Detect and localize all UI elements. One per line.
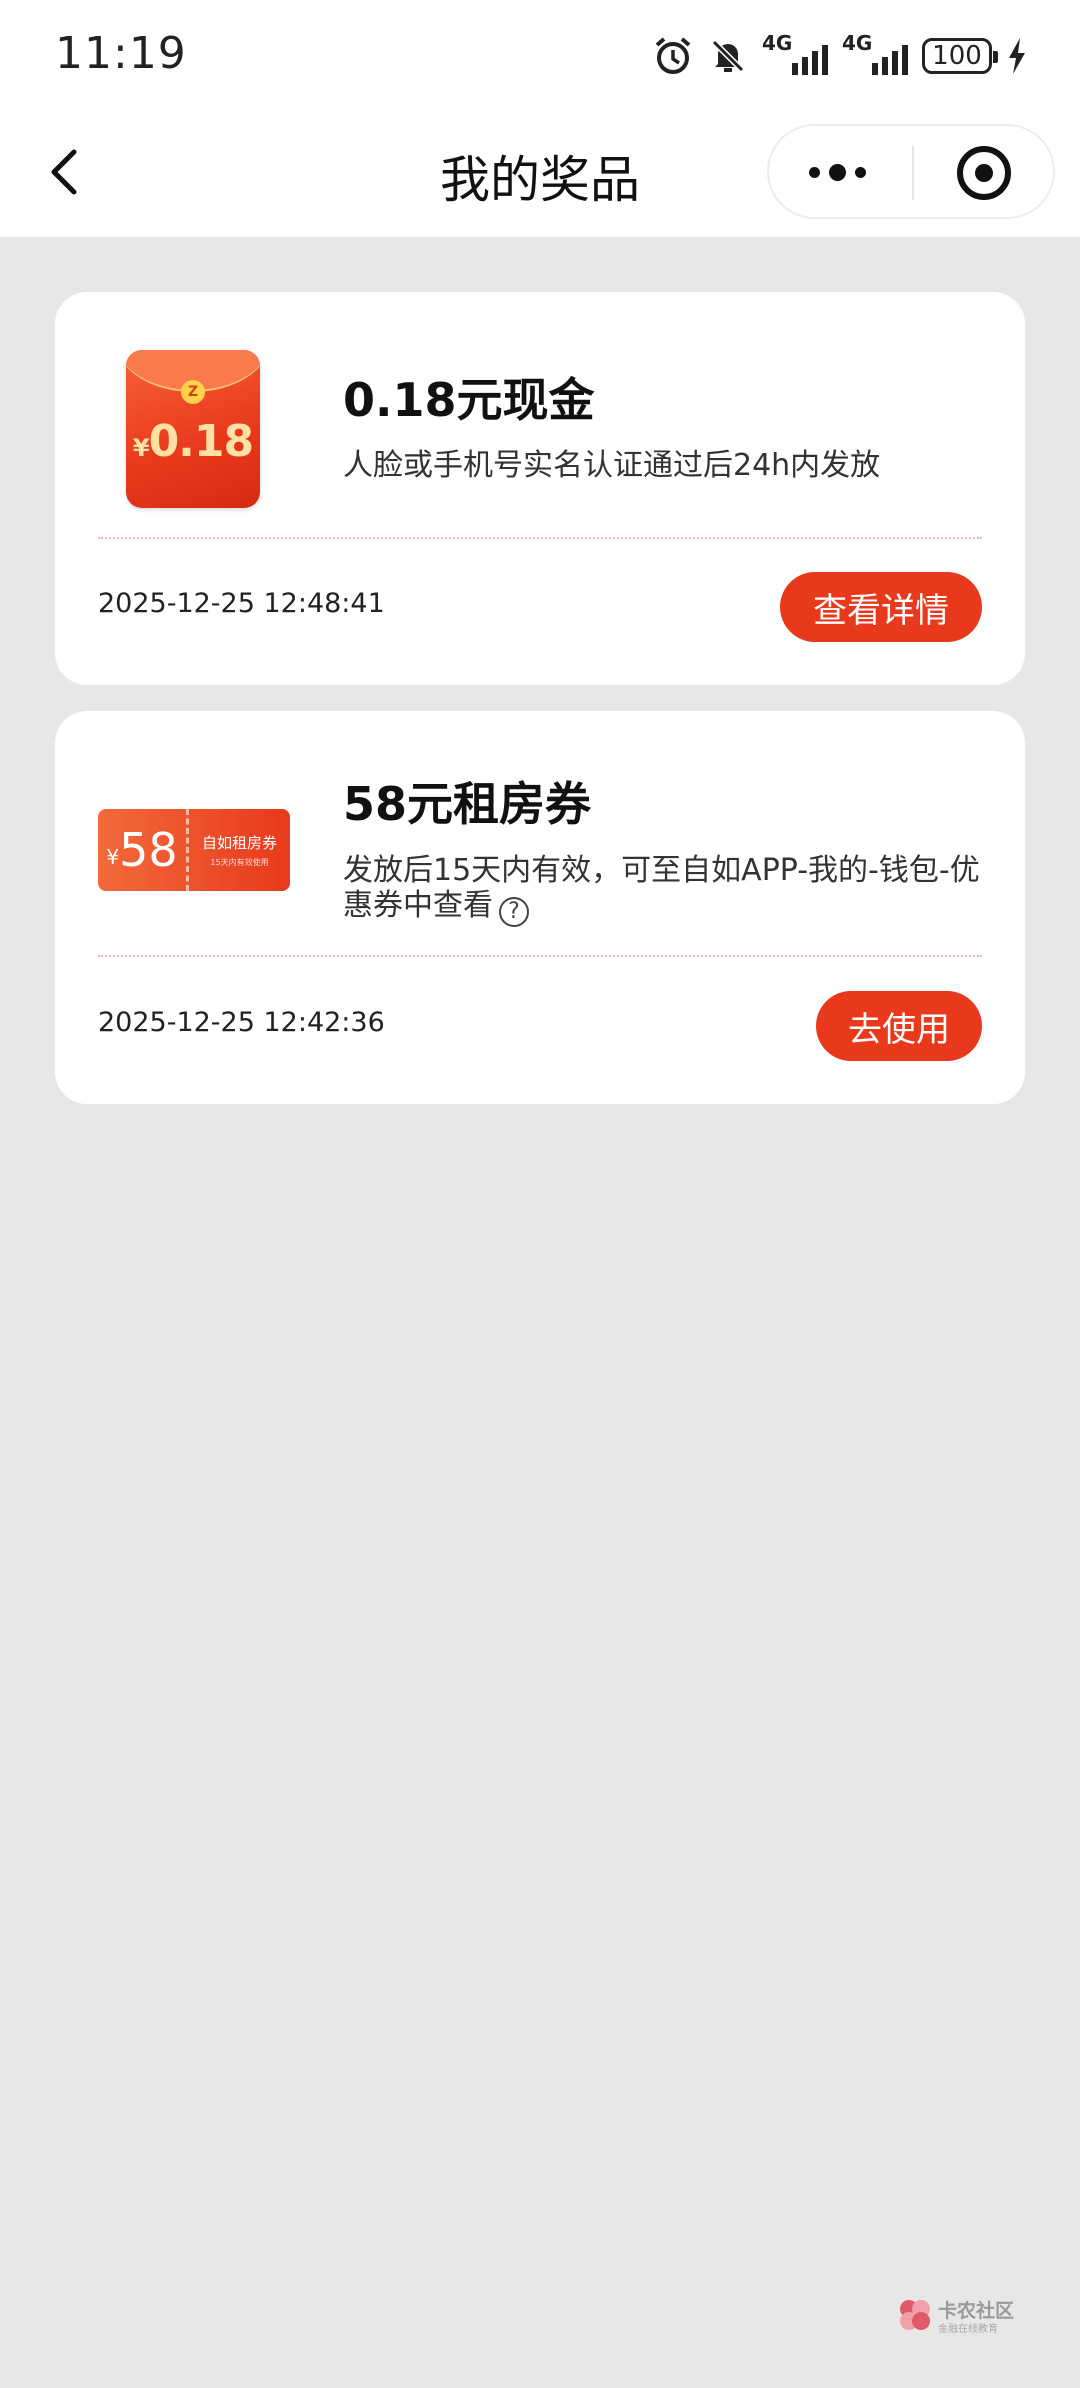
target-icon [975, 164, 993, 182]
view-details-button[interactable]: 查看详情 [780, 572, 982, 642]
prize-timestamp: 2025-12-25 12:42:36 [98, 1007, 385, 1038]
bell-muted-icon [708, 36, 748, 76]
close-miniprogram-button[interactable] [957, 146, 1011, 200]
prize-title: 0.18元现金 [343, 373, 595, 427]
watermark-sub: 金融在线教育 [938, 2324, 998, 2335]
prize-description: 人脸或手机号实名认证通过后24h内发放 [343, 448, 881, 483]
battery-icon: 100 [922, 38, 998, 74]
prize-title: 58元租房券 [343, 777, 592, 831]
kanong-logo-icon [900, 2300, 930, 2330]
miniprogram-capsule [767, 124, 1055, 219]
divider [98, 537, 982, 539]
alarm-icon [652, 35, 694, 77]
prize-card: ¥58 自如租房券 15天内有效使用 58元租房券 发放后15天内有效，可至自如… [55, 711, 1025, 1104]
more-icon [809, 166, 820, 178]
capsule-divider [912, 146, 914, 200]
watermark-name: 卡农社区 [938, 2300, 1015, 2322]
use-button[interactable]: 去使用 [816, 991, 982, 1061]
status-time: 11:19 [55, 28, 187, 79]
nav-bar: 我的奖品 [0, 112, 1080, 237]
watermark: 卡农社区 金融在线教育 [898, 2296, 1023, 2340]
divider [98, 955, 982, 957]
coin-icon: Z [181, 380, 205, 404]
status-icons: 4G 4G 100 [652, 30, 1028, 82]
charging-icon [1006, 36, 1028, 76]
more-button[interactable] [809, 148, 879, 196]
signal-icon: 4G [762, 31, 828, 79]
prize-timestamp: 2025-12-25 12:48:41 [98, 588, 385, 619]
prize-description: 发放后15天内有效，可至自如APP-我的-钱包-优惠券中查看? [343, 853, 983, 927]
signal-icon-2: 4G [842, 31, 908, 79]
status-bar: 11:19 4G 4G 100 [0, 0, 1080, 112]
red-envelope-image: Z ¥0.18 [126, 350, 260, 508]
help-icon[interactable]: ? [499, 897, 529, 927]
rent-coupon-image: ¥58 自如租房券 15天内有效使用 [98, 809, 290, 891]
prize-card: Z ¥0.18 0.18元现金 人脸或手机号实名认证通过后24h内发放 2025… [55, 292, 1025, 685]
